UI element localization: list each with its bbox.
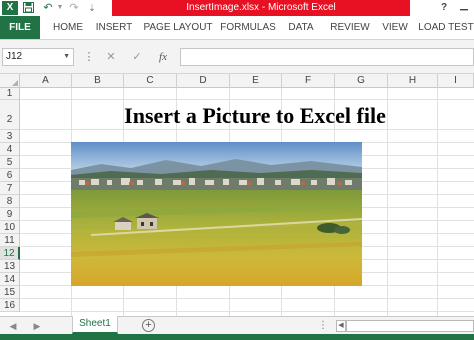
help-button[interactable]: ? [434,0,454,16]
sheet-tab-bar: ◀ ▶ Sheet1 + ⋮ ◀ [0,316,474,334]
row-header-13[interactable]: 13 [0,260,20,273]
tab-data[interactable]: DATA [284,16,318,39]
formula-input[interactable] [180,48,474,66]
insert-function-icon[interactable]: fx [156,49,170,65]
save-icon[interactable] [22,1,34,15]
gridline [20,99,474,100]
row-header-4[interactable]: 4 [0,143,20,156]
tab-splitter-icon[interactable]: ⋮ [318,317,328,335]
column-header-i[interactable]: I [438,74,474,88]
column-header-d[interactable]: D [177,74,230,88]
chevron-down-icon[interactable]: ▼ [63,49,70,65]
tab-view[interactable]: VIEW [380,16,410,39]
tab-page-layout[interactable]: PAGE LAYOUT [142,16,214,39]
row-header-5[interactable]: 5 [0,156,20,169]
minimize-icon[interactable] [454,0,474,16]
column-header-e[interactable]: E [230,74,282,88]
undo-icon[interactable]: ↶ [42,1,54,15]
enter-icon[interactable]: ✓ [130,49,144,65]
name-box-value: J12 [6,51,23,62]
title-bar-highlight: InsertImage.xlsx - Microsoft Excel [112,0,410,16]
sheet-tab-sheet1[interactable]: Sheet1 [72,316,118,334]
column-header-g[interactable]: G [335,74,388,88]
tab-home[interactable]: HOME [48,16,88,39]
select-all-icon [12,80,18,86]
row-header-3[interactable]: 3 [0,130,20,143]
redo-icon[interactable]: ↷ [68,1,80,15]
column-header-c[interactable]: C [124,74,177,88]
column-header-b[interactable]: B [72,74,124,88]
select-all-corner[interactable] [0,74,20,88]
column-header-h[interactable]: H [388,74,438,88]
formula-bar-splitter-icon[interactable]: ⋮ [82,49,96,65]
column-header-a[interactable]: A [20,74,72,88]
customize-toolbar-icon[interactable]: ⇣ [86,1,98,15]
cancel-icon[interactable]: ✕ [104,49,118,65]
sheet-next-icon[interactable]: ▶ [30,317,44,335]
undo-dropdown-icon[interactable]: ▼ [54,1,66,15]
gridline [20,298,474,299]
row-header-16[interactable]: 16 [0,299,20,312]
row-header-1[interactable]: 1 [0,88,20,100]
name-box[interactable]: J12 ▼ [2,48,74,66]
formula-bar: J12 ▼ ⋮ ✕ ✓ fx [0,40,474,74]
ribbon-tab-bar: FILE HOME INSERT PAGE LAYOUT FORMULAS DA… [0,16,474,40]
add-sheet-icon[interactable]: + [142,319,155,332]
window-title: InsertImage.xlsx - Microsoft Excel [186,2,336,13]
column-header-f[interactable]: F [282,74,335,88]
row-header-14[interactable]: 14 [0,273,20,286]
row-header-8[interactable]: 8 [0,195,20,208]
excel-app-icon[interactable]: X [2,1,18,15]
gridline [20,311,474,312]
gridline [20,129,474,130]
title-bar: X ↶ ▼ ↷ ⇣ InsertImage.xlsx - Microsoft E… [0,0,474,16]
inserted-picture[interactable] [71,142,362,286]
row-header-12[interactable]: 12 [0,247,20,260]
row-header-2[interactable]: 2 [0,100,20,130]
row-header-9[interactable]: 9 [0,208,20,221]
tab-file[interactable]: FILE [0,16,40,39]
row-header-10[interactable]: 10 [0,221,20,234]
sheet-prev-icon[interactable]: ◀ [6,317,20,335]
status-bar [0,334,474,340]
sheet-heading-cell[interactable]: Insert a Picture to Excel file [72,103,438,129]
tab-load-test[interactable]: LOAD TEST [418,16,474,39]
row-header-7[interactable]: 7 [0,182,20,195]
row-header-11[interactable]: 11 [0,234,20,247]
tab-formulas[interactable]: FORMULAS [220,16,276,39]
row-header-15[interactable]: 15 [0,286,20,299]
tab-insert[interactable]: INSERT [94,16,134,39]
worksheet-grid[interactable]: A B C D E F G H I 1 2 3 4 5 6 7 8 9 10 1… [0,74,474,316]
tab-review[interactable]: REVIEW [328,16,372,39]
scroll-left-icon[interactable]: ◀ [336,320,346,332]
row-header-6[interactable]: 6 [0,169,20,182]
horizontal-scrollbar[interactable] [346,320,474,332]
